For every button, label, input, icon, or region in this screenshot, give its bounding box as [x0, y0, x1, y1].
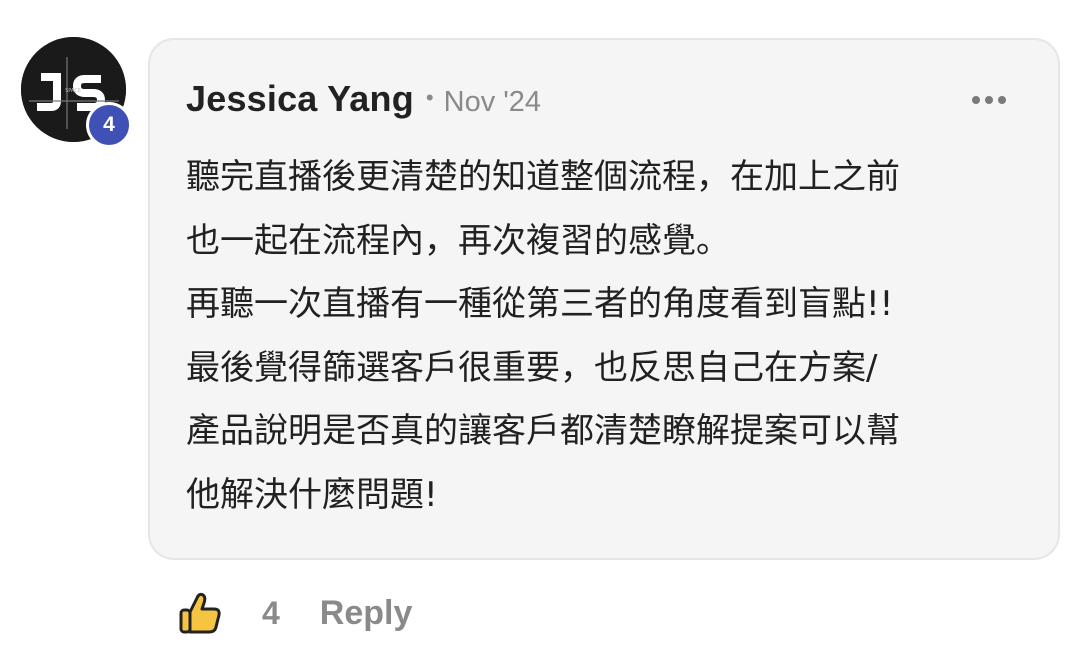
comment-header: Jessica Yang • Nov '24 — [186, 78, 541, 120]
comment-line: 聽完直播後更清楚的知道整個流程，在加上之前 — [186, 157, 900, 197]
comment-body: 聽完直播後更清楚的知道整個流程，在加上之前 也一起在流程內，再次複習的感覺。 再… — [186, 146, 1036, 527]
separator-dot: • — [425, 85, 434, 110]
comment-line: 產品說明是否真的讓客戶都清楚瞭解提案可以幫 — [186, 411, 900, 451]
more-options-icon[interactable] — [972, 96, 1006, 104]
thumbs-up-icon[interactable] — [176, 589, 224, 637]
svg-text:SPACE: SPACE — [65, 88, 81, 94]
comment-line: 再聽一次直播有一種從第三者的角度看到盲點!! — [186, 284, 894, 324]
reply-button[interactable]: Reply — [320, 594, 413, 633]
comment-line: 他解決什麼問題! — [186, 474, 438, 515]
author-name[interactable]: Jessica Yang — [186, 78, 414, 120]
comment-bubble: Jessica Yang • Nov '24 聽完直播後更清楚的知道整個流程，在… — [148, 38, 1060, 560]
comment-actions: 4 Reply — [176, 588, 412, 638]
comment-date[interactable]: Nov '24 — [444, 86, 541, 119]
like-count: 4 — [262, 594, 280, 631]
comment-line: 也一起在流程內，再次複習的感覺。 — [186, 220, 730, 261]
comment-line: 最後覺得篩選客戶很重要，也反思自己在方案/ — [186, 347, 878, 388]
avatar-level-badge: 4 — [86, 102, 132, 148]
